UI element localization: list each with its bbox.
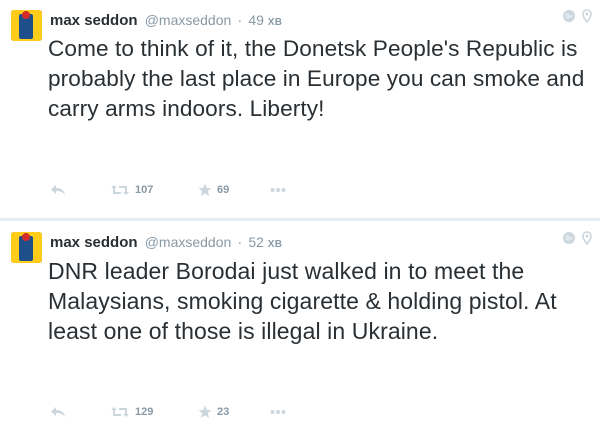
user-handle[interactable]: @maxseddon [145,234,232,250]
tweet: max seddon @maxseddon · 49 ХВ Come to th… [0,0,600,218]
more-button[interactable] [270,409,286,415]
separator: · [237,234,243,250]
tweet-divider [0,218,600,221]
reply-icon [50,184,66,196]
avatar[interactable] [11,232,42,263]
more-dots-icon [270,409,286,415]
user-name[interactable]: max seddon [50,12,138,29]
avatar[interactable] [11,10,42,41]
location-pin-icon [582,231,592,245]
tweet-header: max seddon @maxseddon · 52 ХВ [50,233,282,254]
retweet-icon [110,406,130,418]
location-pin-icon [582,9,592,23]
tweet-text: Come to think of it, the Donetsk People'… [48,36,585,121]
user-handle[interactable]: @maxseddon [145,12,232,28]
timestamp[interactable]: 49 ХВ [248,12,282,28]
retweet-icon [110,184,130,196]
favorite-button[interactable]: 23 [198,405,248,419]
favorite-button[interactable]: 69 [198,183,248,197]
retweet-button[interactable]: 129 [110,406,170,418]
tweet-actions: 129 23 [50,405,286,419]
star-icon [198,405,212,419]
timestamp[interactable]: 52 ХВ [248,234,282,250]
reply-icon [50,406,66,418]
globe-icon [562,231,576,245]
separator: · [237,12,243,28]
retweet-button[interactable]: 107 [110,184,170,196]
tweet-actions: 107 69 [50,183,286,197]
retweet-count: 107 [135,184,154,196]
reply-button[interactable] [50,406,72,418]
more-button[interactable] [270,187,286,193]
tweet: max seddon @maxseddon · 52 ХВ DNR leader… [0,222,600,438]
star-icon [198,183,212,197]
globe-icon [562,9,576,23]
more-dots-icon [270,187,286,193]
favorite-count: 23 [217,406,230,418]
retweet-count: 129 [135,406,154,418]
tweet-meta-icons [562,9,592,23]
tweet-meta-icons [562,231,592,245]
user-name[interactable]: max seddon [50,234,138,251]
favorite-count: 69 [217,184,230,196]
tweet-header: max seddon @maxseddon · 49 ХВ [50,11,282,32]
tweet-text: DNR leader Borodai just walked in to mee… [48,258,557,344]
reply-button[interactable] [50,184,72,196]
